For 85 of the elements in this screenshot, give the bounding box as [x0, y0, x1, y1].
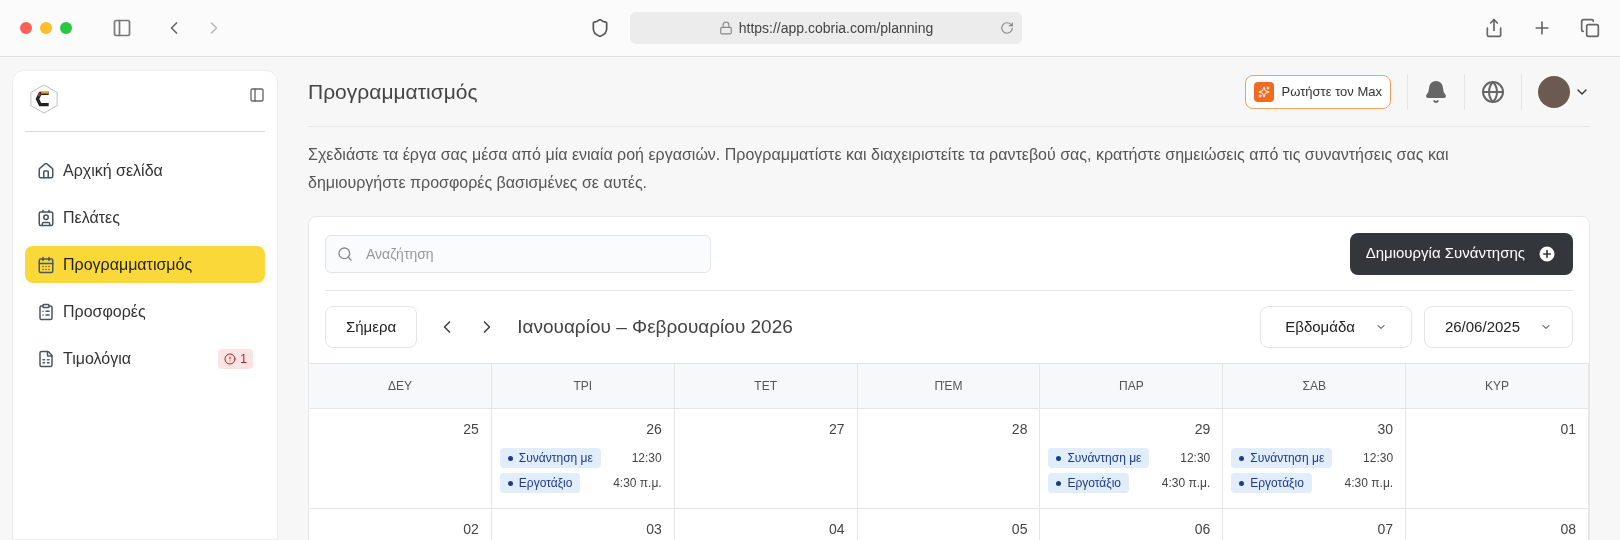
notification-bell-icon[interactable] — [1424, 79, 1448, 104]
tabs-overview-icon[interactable] — [1580, 18, 1600, 38]
sparkle-icon — [1253, 81, 1274, 102]
address-bar[interactable]: https://app.cobria.com/planning — [630, 12, 1022, 44]
sidebar-item[interactable]: Προγραμματισμός — [25, 246, 265, 283]
day-number: 01 — [1560, 420, 1577, 439]
event-time: 4:30 π.μ. — [1161, 475, 1212, 492]
contact-card-icon — [37, 208, 55, 227]
sidebar-toggle-icon[interactable] — [112, 18, 132, 38]
event-time: 12:30 — [1180, 450, 1212, 467]
create-meeting-button[interactable]: Δημιουργία Συνάντησης — [1349, 232, 1573, 275]
collapse-sidebar-icon[interactable] — [249, 87, 265, 103]
page-title: Προγραμματισμός — [308, 78, 478, 105]
day-cell[interactable]: 06 — [1040, 509, 1224, 540]
event-chip[interactable]: Εργοτάξιο — [499, 473, 581, 493]
weekday-header: ΤΡΙ — [491, 364, 675, 409]
sidebar-item[interactable]: Προσφορές — [25, 293, 265, 330]
page-description: Σχεδιάστε τα έργα σας μέσα από μία ενιαία ροή εργασιών. Προγραμματίστε και διαχειριστείτε τα ραντεβού σας, κρατήστε σημειώσεις από τις συναντήσεις σας και δημιουργήστε προσφορές βασισμένες σε αυτές. — [308, 145, 1450, 193]
weekday-header: ΣΑΒ — [1223, 364, 1407, 409]
day-cell[interactable]: 27 — [674, 409, 858, 509]
day-cell[interactable]: 26 Συνάντηση με 12:30 Εργοτάξιο 4:30 π.μ. — [491, 409, 675, 509]
today-button[interactable]: Σήμερα — [325, 306, 418, 348]
weekday-header: ΠΑΡ — [1040, 364, 1224, 409]
search-icon — [337, 245, 353, 262]
day-number: 02 — [463, 520, 480, 539]
home-icon — [37, 161, 55, 180]
event-time: 4:30 π.μ. — [1344, 475, 1395, 492]
day-number: 03 — [646, 520, 663, 539]
event-chip[interactable]: Εργοτάξιο — [1231, 473, 1312, 493]
close-window-icon[interactable] — [20, 22, 32, 34]
day-cell[interactable]: 04 — [674, 509, 858, 540]
day-number: 26 — [646, 420, 663, 439]
event-chip[interactable]: Συνάντηση με — [1048, 448, 1150, 468]
clipboard-icon — [37, 302, 55, 321]
weekday-header: ΠΈΜ — [857, 364, 1041, 409]
share-icon[interactable] — [1484, 18, 1504, 38]
event-time: 4:30 π.μ. — [613, 475, 663, 492]
day-number: 28 — [1011, 420, 1029, 439]
day-number: 25 — [463, 420, 480, 439]
logo-icon — [29, 83, 59, 115]
day-cell[interactable]: 08 — [1406, 509, 1589, 540]
day-cell[interactable]: 07 — [1223, 509, 1407, 540]
event-chip[interactable]: Συνάντηση με — [1231, 448, 1333, 468]
event-time: 12:30 — [1363, 450, 1395, 467]
sidebar-item[interactable]: Τιμολόγια 1 — [25, 340, 265, 377]
globe-icon[interactable] — [1481, 79, 1505, 104]
day-cell[interactable]: 29 Συνάντηση με 12:30 Εργοτάξιο 4:30 π.μ. — [1040, 409, 1224, 509]
day-number: 07 — [1377, 520, 1395, 539]
plus-circle-icon — [1537, 243, 1557, 264]
day-cell[interactable]: 01 — [1406, 409, 1589, 509]
weekday-header: ΤΕΤ — [674, 364, 858, 409]
day-number: 08 — [1560, 520, 1577, 539]
day-cell[interactable]: 30 Συνάντηση με 12:30 Εργοτάξιο 4:30 π.μ. — [1223, 409, 1407, 509]
day-cell[interactable]: 03 — [491, 509, 675, 540]
sidebar-item[interactable]: Αρχική σελίδα — [25, 152, 265, 189]
day-cell[interactable]: 28 — [857, 409, 1041, 509]
day-number: 05 — [1011, 520, 1029, 539]
date-select[interactable]: 26/06/2025 — [1423, 306, 1573, 348]
sidebar-item[interactable]: Πελάτες — [25, 199, 265, 236]
event-chip[interactable]: Εργοτάξιο — [1048, 473, 1129, 493]
reload-icon[interactable] — [1000, 21, 1014, 35]
event-chip[interactable]: Συνάντηση με — [499, 448, 601, 468]
lock-icon — [718, 21, 733, 35]
day-number: 30 — [1377, 420, 1395, 439]
date-range-title: Ιανουαρίου – Φεβρουαρίου 2026 — [517, 314, 793, 339]
day-number: 04 — [829, 520, 846, 539]
event-time: 12:30 — [631, 450, 663, 467]
alert-badge: 1 — [218, 348, 253, 369]
ask-assistant-button[interactable]: Ρωτήστε τον Max — [1244, 74, 1391, 109]
alert-icon — [224, 352, 237, 365]
day-number: 29 — [1194, 420, 1212, 439]
weekday-header: ΚΥΡ — [1406, 364, 1589, 409]
day-cell[interactable]: 25 — [309, 409, 492, 509]
day-cell[interactable]: 02 — [309, 509, 492, 540]
url-text: https://app.cobria.com/planning — [738, 18, 934, 38]
weekday-header: ΔΕΥ — [309, 364, 492, 409]
day-number: 06 — [1194, 520, 1212, 539]
day-number: 27 — [829, 420, 846, 439]
document-icon — [37, 349, 55, 368]
search-field[interactable]: Αναζήτηση — [325, 234, 711, 273]
avatar[interactable] — [1538, 75, 1570, 108]
day-cell[interactable]: 05 — [857, 509, 1041, 540]
calendar-icon — [37, 255, 55, 274]
view-select[interactable]: Εβδομάδα — [1260, 306, 1412, 348]
shield-icon[interactable] — [590, 18, 610, 38]
